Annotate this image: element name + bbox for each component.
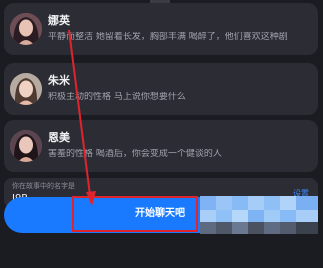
- annotation-arrow-icon: [68, 29, 96, 206]
